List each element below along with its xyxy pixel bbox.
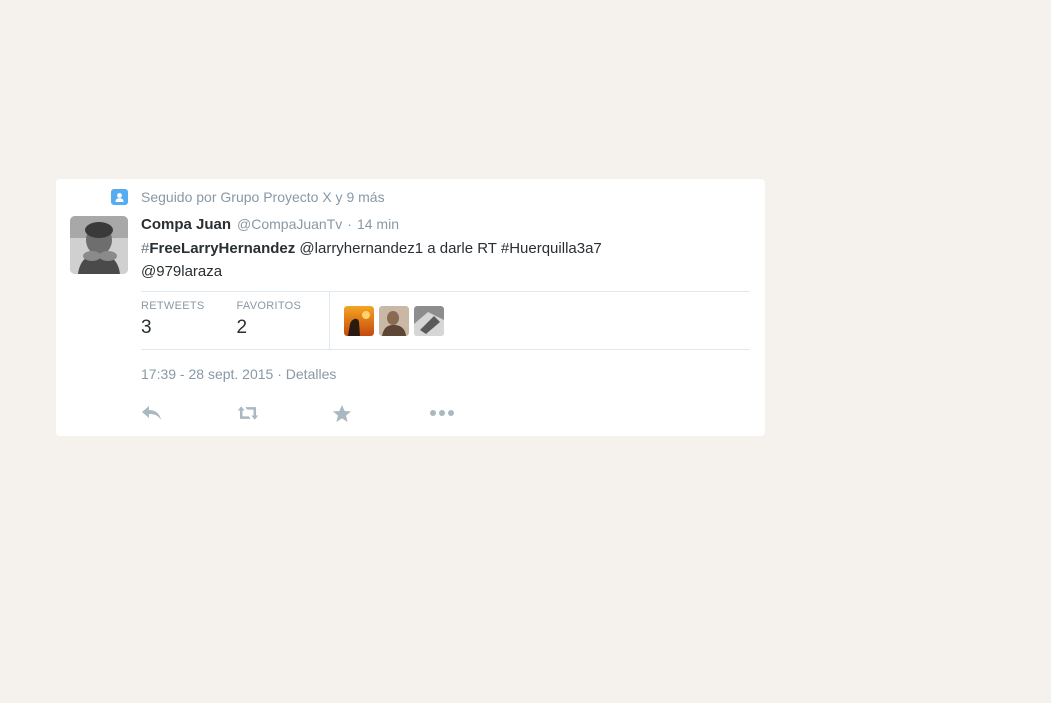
tweet-text: #FreeLarryHernandez @larryhernandez1 a d… (141, 237, 701, 283)
retweets-label: RETWEETS (141, 300, 205, 312)
tweet-header: Compa Juan @CompaJuanTv · 14 min (141, 214, 751, 235)
full-timestamp[interactable]: 17:39 - 28 sept. 2015 (141, 366, 273, 382)
social-context-text[interactable]: Seguido por Grupo Proyecto X y 9 más (141, 189, 385, 205)
retweets-stat[interactable]: RETWEETS 3 (141, 292, 205, 349)
mention-link[interactable]: @979laraza (141, 263, 222, 280)
tweet-card: Seguido por Grupo Proyecto X y 9 más Com… (56, 179, 765, 436)
reply-button[interactable] (141, 403, 163, 423)
tweet-stats: RETWEETS 3 FAVORITOS 2 (141, 291, 750, 350)
timestamp-short[interactable]: 14 min (357, 214, 399, 234)
separator: · (347, 216, 352, 232)
tweet-content: Compa Juan @CompaJuanTv · 14 min #FreeLa… (141, 214, 751, 283)
favorites-stat[interactable]: FAVORITOS 2 (237, 292, 302, 349)
favoriter-avatar[interactable] (379, 305, 410, 336)
favorites-label: FAVORITOS (236, 300, 302, 312)
favorite-icon (333, 404, 351, 422)
favorite-button[interactable] (331, 403, 353, 423)
details-link[interactable]: Detalles (286, 366, 337, 382)
tweet-actions (141, 403, 455, 423)
more-icon (430, 410, 454, 416)
username[interactable]: @CompaJuanTv (237, 214, 342, 234)
favoriters-avatars (344, 292, 445, 349)
favoriter-avatar[interactable] (414, 305, 445, 336)
favoriter-avatar[interactable] (344, 305, 375, 336)
meta-separator: · (277, 366, 282, 382)
social-context: Seguido por Grupo Proyecto X y 9 más (111, 189, 385, 205)
retweet-icon (237, 406, 259, 420)
more-button[interactable] (429, 403, 455, 423)
retweet-button[interactable] (237, 403, 259, 423)
retweets-count: 3 (141, 317, 152, 338)
fullname[interactable]: Compa Juan (141, 215, 231, 235)
stats-divider (329, 292, 331, 349)
hashtag-link[interactable]: FreeLarryHernandez (149, 240, 295, 257)
tweet-meta: 17:39 - 28 sept. 2015 · Detalles (141, 366, 336, 382)
favorites-count: 2 (236, 317, 248, 338)
reply-icon (142, 406, 161, 420)
avatar[interactable] (70, 216, 128, 274)
person-icon (111, 189, 128, 205)
tweet-text-rest: @larryhernandez1 a darle RT #Huerquilla3… (295, 240, 602, 257)
